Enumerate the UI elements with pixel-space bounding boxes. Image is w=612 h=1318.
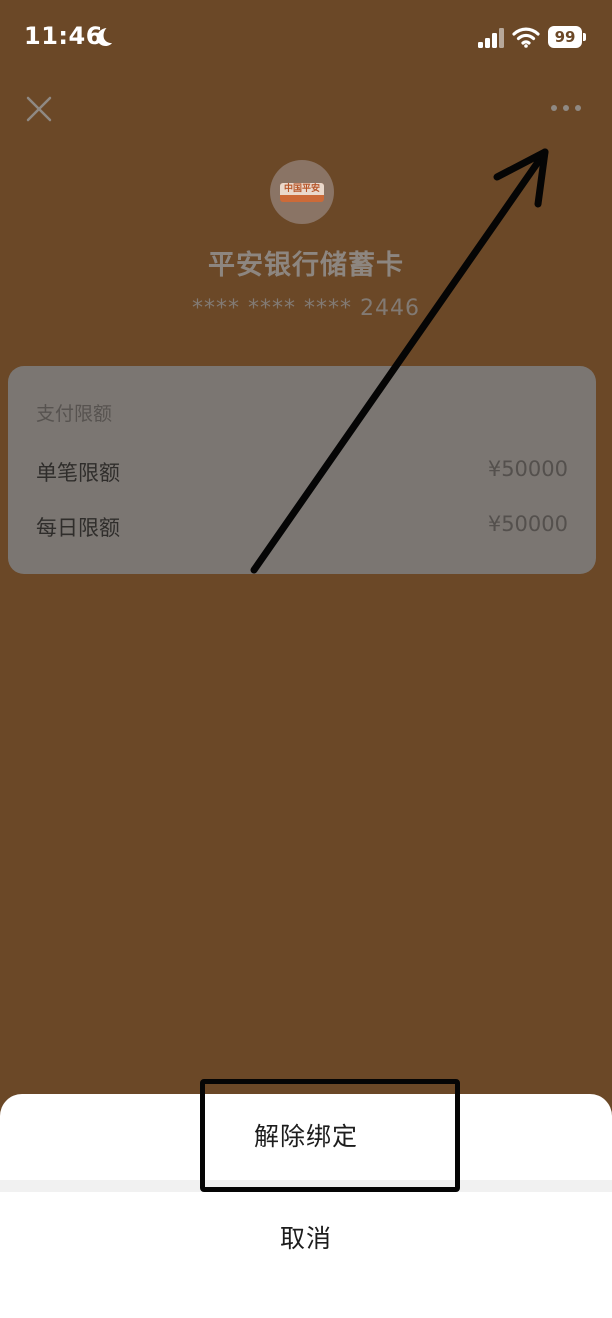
close-icon[interactable]: [24, 94, 54, 124]
action-sheet: 解除绑定 取消: [0, 1094, 612, 1318]
wifi-icon: [512, 27, 540, 48]
battery-tip: [583, 33, 586, 41]
card-number: **** **** **** 2446: [192, 296, 420, 321]
sheet-divider: [0, 1180, 612, 1192]
cancel-label: 取消: [279, 1224, 332, 1253]
signal-icon: [478, 28, 504, 48]
single-limit-label: 单笔限额: [36, 461, 120, 485]
cancel-button[interactable]: 取消: [0, 1192, 612, 1286]
bank-logo: 中国平安: [270, 160, 334, 224]
moon-icon: [97, 28, 112, 46]
unbind-card-button[interactable]: 解除绑定: [0, 1094, 612, 1180]
payment-limit-title: 支付限额: [36, 403, 113, 425]
bank-logo-badge: 中国平安: [280, 183, 324, 202]
daily-limit-label: 每日限额: [36, 516, 120, 540]
more-icon[interactable]: [548, 100, 584, 116]
status-bar: 11:46 99: [0, 0, 612, 76]
single-limit-value: ¥50000: [487, 457, 568, 481]
unbind-card-label: 解除绑定: [253, 1122, 358, 1151]
battery-indicator: 99: [548, 26, 586, 48]
bank-name: 平安银行储蓄卡: [208, 250, 404, 281]
daily-limit-value: ¥50000: [487, 512, 568, 536]
bank-logo-text: 中国平安: [280, 183, 324, 195]
battery-level: 99: [548, 26, 582, 48]
payment-limit-panel: 支付限额 单笔限额 ¥50000 每日限额 ¥50000: [8, 366, 596, 574]
